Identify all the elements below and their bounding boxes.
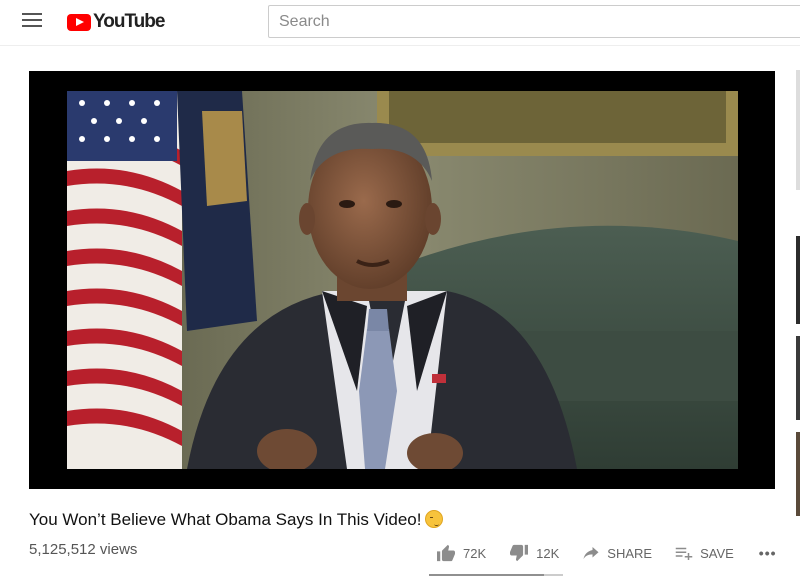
sentiment-bar-like-fill: [429, 574, 545, 576]
recommendation-thumbnail[interactable]: [796, 432, 800, 516]
recommendation-thumbnail[interactable]: [796, 336, 800, 420]
youtube-play-icon: [67, 13, 91, 31]
menu-icon[interactable]: [22, 13, 42, 29]
thumbs-up-icon: [437, 544, 455, 562]
dislike-count: 12K: [536, 545, 560, 561]
search-input[interactable]: [268, 5, 800, 38]
recommendation-thumbnail[interactable]: [796, 70, 800, 190]
dislike-button[interactable]: 12K: [509, 544, 559, 562]
share-label: SHARE: [607, 545, 653, 561]
video-still-image: [67, 91, 738, 469]
winking-face-emoji-icon: [425, 510, 444, 528]
share-button[interactable]: SHARE: [582, 546, 652, 561]
recommendation-thumbnail[interactable]: [796, 236, 800, 324]
share-arrow-icon: [583, 547, 599, 559]
like-count: 72K: [463, 545, 487, 561]
playlist-add-icon: [675, 547, 693, 560]
sentiment-bar: [429, 574, 563, 576]
like-button[interactable]: 72K: [436, 544, 486, 562]
top-bar: YouTube: [0, 0, 800, 46]
video-title: You Won’t Believe What Obama Says In Thi…: [29, 510, 444, 530]
youtube-logo[interactable]: YouTube: [67, 11, 165, 33]
thumbs-down-icon: [510, 544, 529, 562]
save-label: SAVE: [700, 545, 734, 561]
video-frame: [67, 91, 738, 469]
save-button[interactable]: SAVE: [675, 546, 734, 561]
video-actions: 72K 12K SHARE SAVE •••: [436, 543, 777, 563]
view-count: 5,125,512 views: [29, 541, 138, 558]
logo-text: YouTube: [93, 11, 165, 32]
more-icon[interactable]: •••: [759, 545, 777, 561]
video-player[interactable]: [29, 71, 775, 489]
video-title-text: You Won’t Believe What Obama Says In Thi…: [29, 510, 422, 529]
